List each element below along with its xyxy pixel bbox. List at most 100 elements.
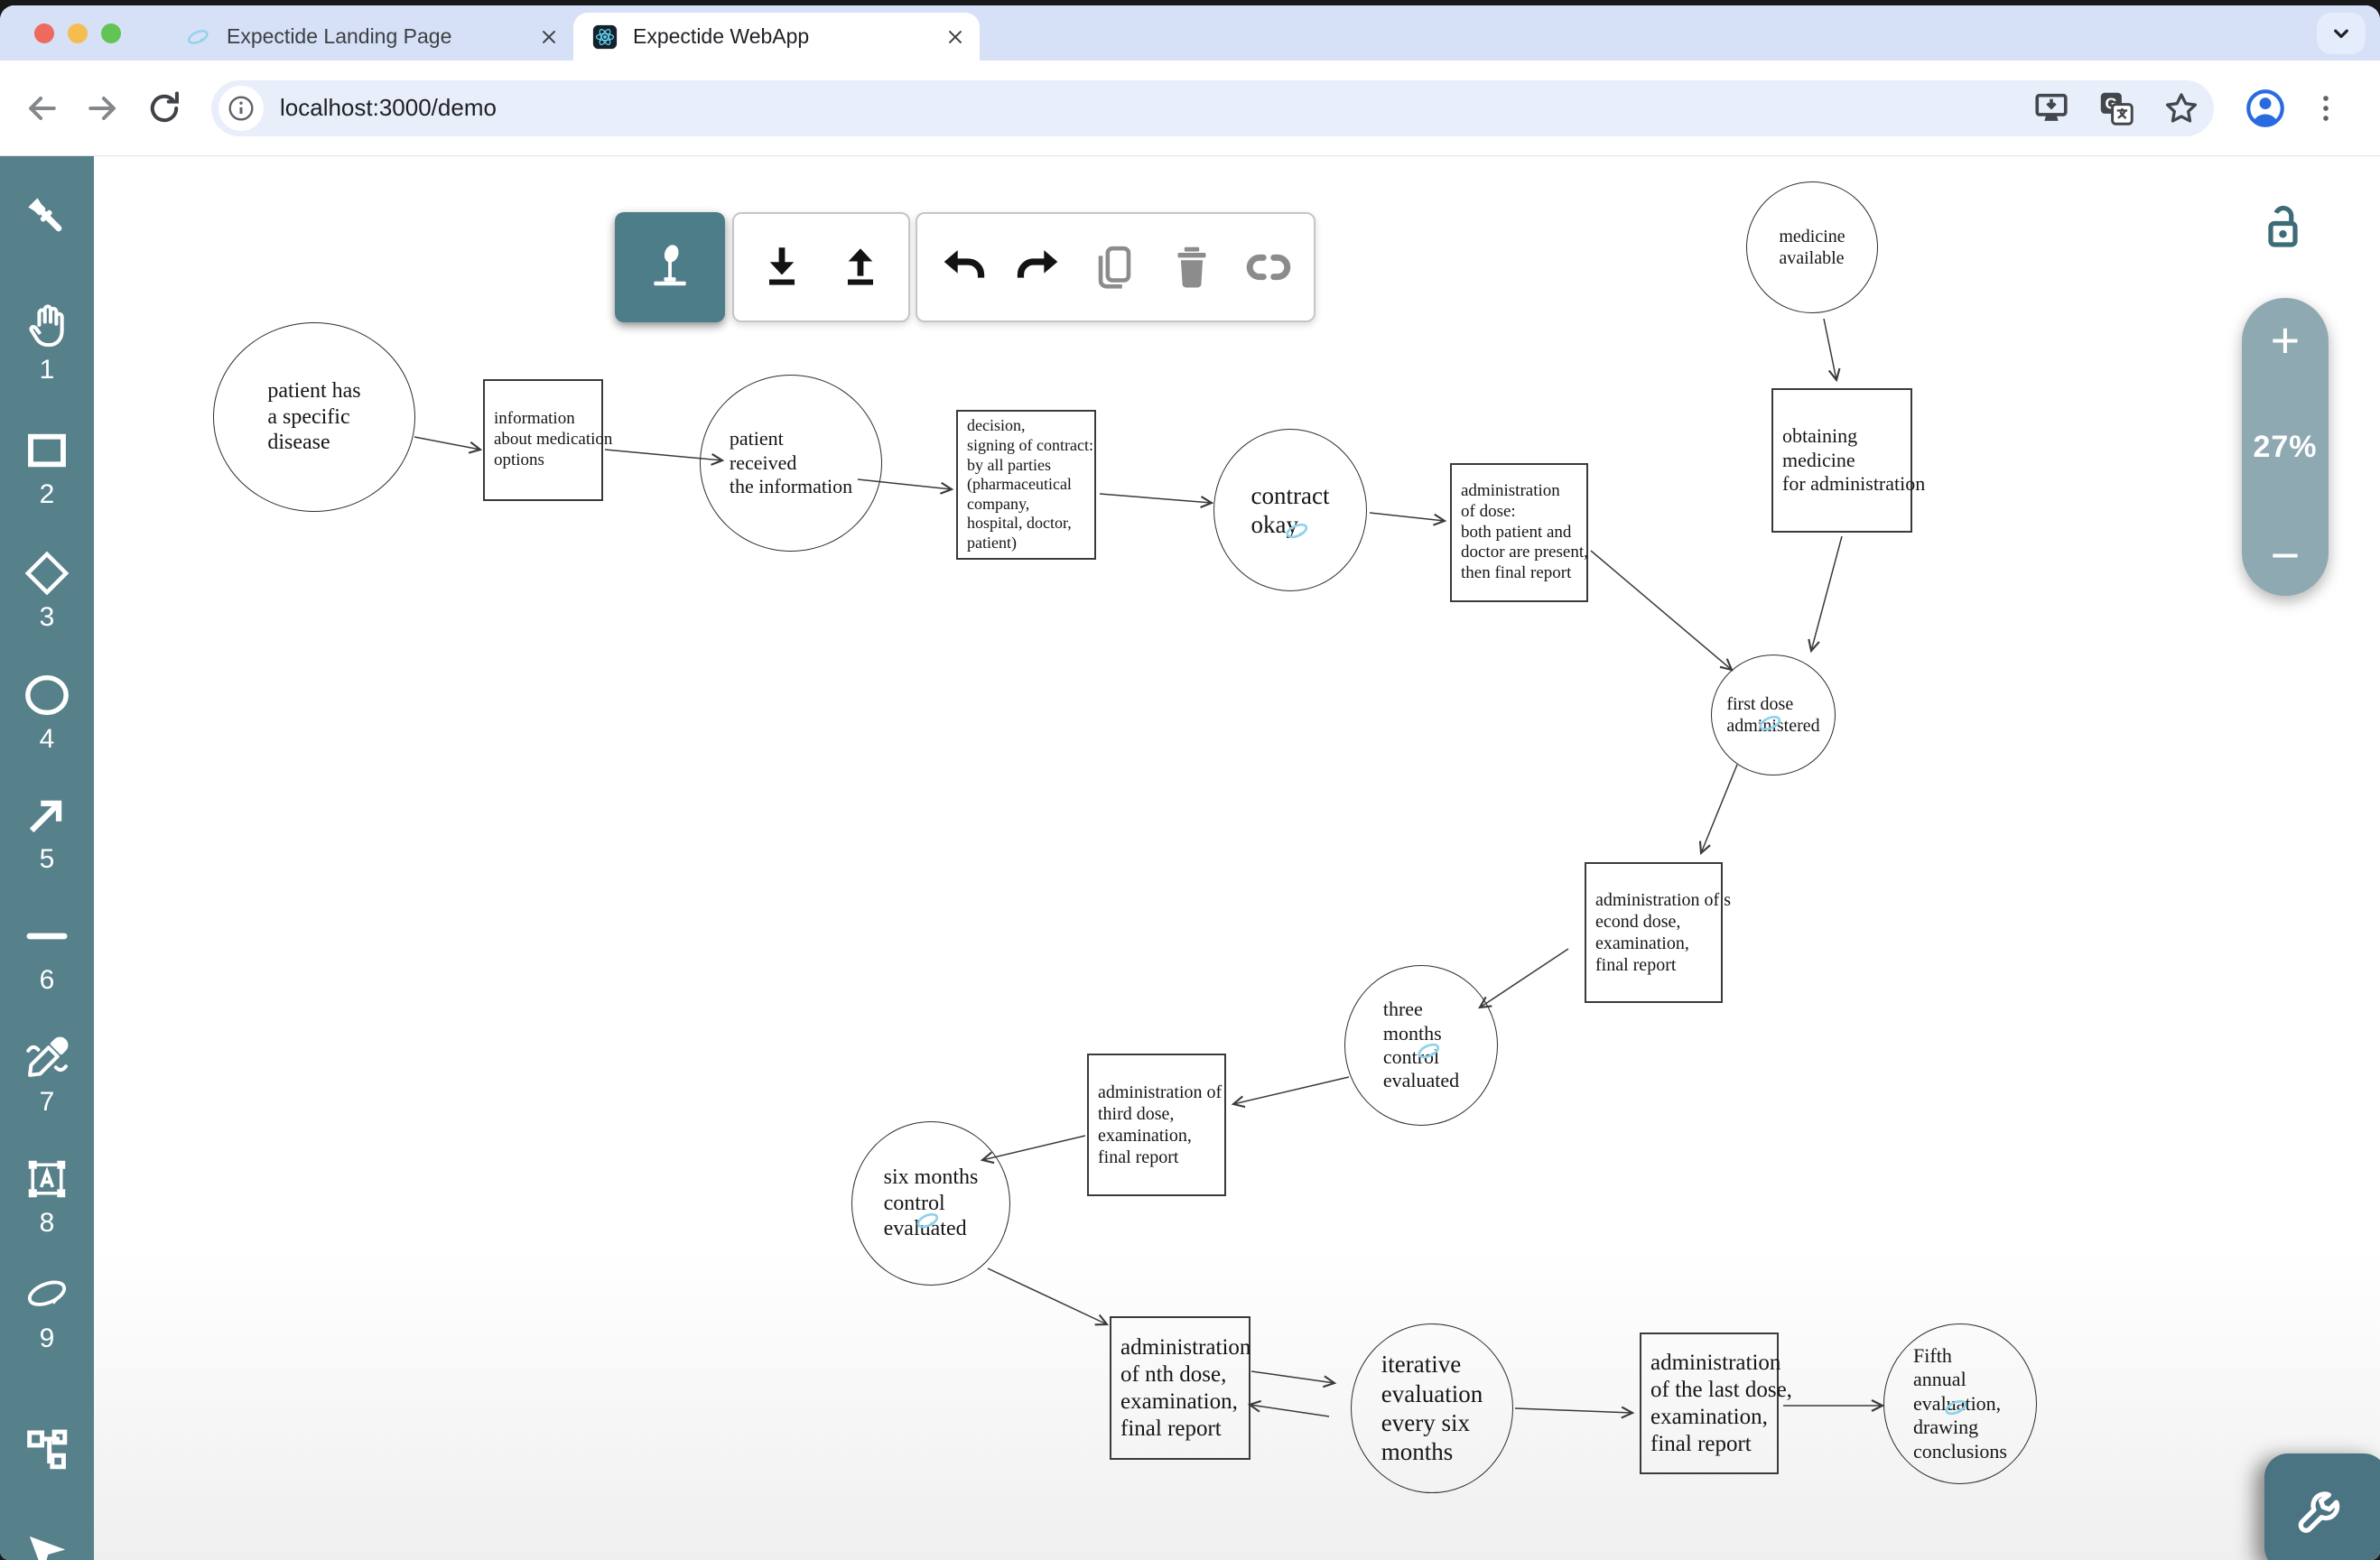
traffic-lights: [34, 23, 135, 43]
diagram-node-rect[interactable]: administrationof dose:both patient anddo…: [1450, 463, 1588, 602]
reload-icon[interactable]: [144, 88, 184, 128]
download-button[interactable]: [750, 214, 813, 320]
minimize-window-button[interactable]: [68, 23, 88, 43]
node-label: six monthscontrolevaluated: [884, 1165, 979, 1242]
upload-button[interactable]: [829, 214, 892, 320]
pencil-icon: [23, 1034, 71, 1082]
star-icon[interactable]: [2162, 88, 2201, 128]
unlock-icon[interactable]: [2255, 200, 2310, 255]
cursor-arrow-icon: [23, 1529, 71, 1560]
sidebar-tool-diamond[interactable]: [0, 549, 94, 598]
pencil-doodle-icon: [185, 23, 212, 51]
chevron-down-icon: [2328, 20, 2355, 47]
diagram-node-ellipse[interactable]: iterativeevaluationevery sixmonths: [1351, 1323, 1513, 1493]
node-label: informationabout medicationoptions: [494, 409, 612, 470]
diagram-node-rect[interactable]: obtainingmedicinefor administration: [1771, 388, 1912, 533]
close-window-button[interactable]: [34, 23, 54, 43]
node-label: administrationof dose:both patient anddo…: [1461, 481, 1588, 584]
node-label: patient hasa specificdisease: [267, 378, 360, 456]
hand-icon: [23, 302, 71, 350]
sidebar-tool-lasso[interactable]: [0, 1270, 94, 1319]
diagram-canvas[interactable]: + 27% − patient hasa specificdisease info…: [94, 156, 2380, 1560]
url-text[interactable]: localhost:3000/demo: [280, 94, 497, 122]
node-label: administration ofthird dose,examination,…: [1098, 1082, 1222, 1168]
toolbar-edit-group: [916, 212, 1316, 322]
back-icon[interactable]: [22, 88, 61, 128]
tool-shortcut-number: 4: [0, 724, 94, 755]
node-label: patientreceivedthe information: [730, 427, 852, 498]
redo-button[interactable]: [1008, 214, 1071, 320]
settings-button[interactable]: [2264, 1453, 2380, 1560]
sidebar-tool-text-select[interactable]: [0, 1155, 94, 1203]
close-icon[interactable]: [944, 25, 967, 49]
new-tab-button[interactable]: [998, 21, 1027, 50]
link-icon: [1242, 241, 1295, 293]
browser-toolbar: localhost:3000/demo G: [0, 60, 2380, 156]
diagram-node-ellipse[interactable]: patient hasa specificdisease: [213, 322, 415, 512]
tab-landing-page[interactable]: Expectide Landing Page: [167, 13, 573, 60]
trash-button[interactable]: [1160, 214, 1223, 320]
diagram-node-ellipse[interactable]: six monthscontrolevaluated: [851, 1121, 1010, 1286]
diagram-node-ellipse[interactable]: medicineavailable: [1746, 181, 1878, 313]
sidebar-tool-pipe-wrench[interactable]: [0, 192, 94, 241]
copy-button[interactable]: [1083, 214, 1147, 320]
node-label: administrationof the last dose,examinati…: [1650, 1350, 1792, 1458]
site-info-button[interactable]: [218, 86, 264, 131]
tab-search-button[interactable]: [2317, 13, 2366, 54]
diagram-node-rect[interactable]: administration ofthird dose,examination,…: [1087, 1054, 1226, 1196]
node-label: decision,signing of contract:by all part…: [967, 416, 1093, 552]
zoom-level: 27%: [2253, 381, 2317, 513]
close-icon[interactable]: [537, 25, 561, 49]
upload-icon: [834, 241, 887, 293]
tab-webapp[interactable]: Expectide WebApp: [573, 13, 980, 60]
diagram-node-rect[interactable]: administrationof nth dose,examination,fi…: [1110, 1316, 1250, 1460]
square-icon: [23, 426, 71, 475]
diagram-node-ellipse[interactable]: threemonthscontrolevaluated: [1344, 965, 1498, 1126]
sidebar-tool-hand[interactable]: [0, 302, 94, 350]
tool-shortcut-number: 5: [0, 844, 94, 875]
tool-sidebar: 123456789: [0, 156, 94, 1560]
diagram-node-rect[interactable]: decision,signing of contract:by all part…: [956, 410, 1096, 560]
zoom-in-button[interactable]: +: [2242, 298, 2329, 381]
sidebar-tool-line[interactable]: [0, 912, 94, 961]
kebab-menu-icon[interactable]: [2308, 90, 2344, 126]
pipe-wrench-icon: [23, 192, 71, 241]
toolbar-import-export-group: [732, 212, 910, 322]
joystick-tool-button[interactable]: [638, 212, 702, 322]
diagram-node-rect[interactable]: administrationof the last dose,examinati…: [1640, 1332, 1779, 1474]
sidebar-tool-circle[interactable]: [0, 671, 94, 720]
tab-title: Expectide Landing Page: [227, 24, 537, 49]
diagram-node-rect[interactable]: informationabout medicationoptions: [483, 379, 603, 501]
sidebar-tool-square[interactable]: [0, 426, 94, 475]
wrench-icon: [2292, 1479, 2352, 1538]
diagram-node-ellipse[interactable]: patientreceivedthe information: [700, 375, 882, 552]
diagram-node-ellipse[interactable]: contractokay: [1213, 429, 1367, 591]
app-content: 123456789 + 27% − patient hasa specificd…: [0, 156, 2380, 1560]
forward-icon[interactable]: [83, 88, 123, 128]
zoom-out-button[interactable]: −: [2242, 513, 2329, 596]
sidebar-tool-arrow-ne[interactable]: [0, 791, 94, 840]
sidebar-tool-cursor-arrow[interactable]: [0, 1529, 94, 1560]
translate-icon[interactable]: G: [2096, 88, 2136, 128]
joystick-tool-icon: [644, 241, 696, 293]
diagram-node-ellipse[interactable]: Fifthannualevaluation,drawingconclusions: [1883, 1323, 2037, 1484]
toolbar-selected-tool[interactable]: [615, 212, 725, 322]
avatar-icon[interactable]: [2243, 86, 2288, 131]
download-icon: [756, 241, 808, 293]
copy-icon: [1089, 241, 1141, 293]
address-bar[interactable]: localhost:3000/demo G: [211, 80, 2214, 136]
diagram-node-ellipse[interactable]: first doseadministered: [1711, 655, 1836, 775]
tool-shortcut-number: 2: [0, 479, 94, 510]
install-icon[interactable]: [2031, 88, 2071, 128]
diagram-node-rect[interactable]: administration of second dose,examinatio…: [1585, 862, 1723, 1003]
sidebar-tool-pencil[interactable]: [0, 1034, 94, 1082]
browser-tab-bar: Expectide Landing Page Expectide WebApp: [0, 5, 2380, 60]
trash-icon: [1166, 241, 1218, 293]
diamond-icon: [23, 549, 71, 598]
undo-button[interactable]: [931, 214, 994, 320]
sidebar-tool-flow-nodes[interactable]: [0, 1425, 94, 1473]
circle-icon: [23, 671, 71, 720]
zoom-window-button[interactable]: [101, 23, 121, 43]
react-logo-icon: [591, 23, 618, 51]
link-button[interactable]: [1237, 214, 1300, 320]
